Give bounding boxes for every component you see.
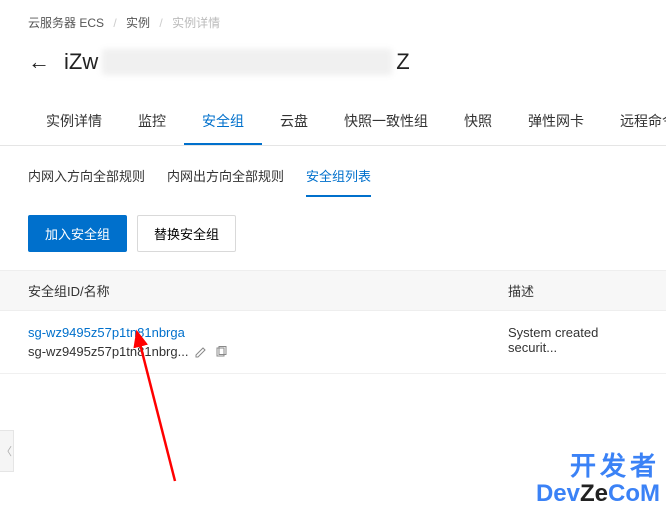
- security-group-name: sg-wz9495z57p1tn81nbrg...: [28, 344, 188, 359]
- table-row: sg-wz9495z57p1tn81nbrga sg-wz9495z57p1tn…: [0, 311, 666, 374]
- breadcrumb-current: 实例详情: [172, 16, 220, 30]
- security-group-link[interactable]: sg-wz9495z57p1tn81nbrga: [28, 325, 508, 340]
- title-row: ← iZw Z: [0, 41, 666, 89]
- title-prefix: iZw: [64, 49, 98, 75]
- collapse-handle-icon[interactable]: 〈: [0, 430, 14, 472]
- title-suffix: Z: [396, 49, 409, 75]
- breadcrumb: 云服务器 ECS / 实例 / 实例详情: [0, 0, 666, 41]
- breadcrumb-ecs[interactable]: 云服务器 ECS: [28, 16, 104, 30]
- header-desc: 描述: [508, 281, 638, 300]
- tab-cloud-disk[interactable]: 云盘: [262, 99, 326, 145]
- cell-id: sg-wz9495z57p1tn81nbrga sg-wz9495z57p1tn…: [28, 325, 508, 359]
- tab-snapshot[interactable]: 快照: [446, 99, 510, 145]
- subtab-sg-list[interactable]: 安全组列表: [306, 160, 371, 197]
- replace-security-group-button[interactable]: 替换安全组: [137, 215, 236, 252]
- main-tabs: 实例详情 监控 安全组 云盘 快照一致性组 快照 弹性网卡 远程命令/: [0, 99, 666, 146]
- subtab-inbound[interactable]: 内网入方向全部规则: [28, 160, 145, 197]
- tab-snapshot-consistency[interactable]: 快照一致性组: [326, 99, 446, 145]
- page-title: iZw Z: [64, 49, 410, 75]
- back-arrow-icon[interactable]: ←: [28, 49, 50, 75]
- table-header: 安全组ID/名称 描述: [0, 270, 666, 311]
- breadcrumb-instances[interactable]: 实例: [126, 16, 150, 30]
- sub-tabs: 内网入方向全部规则 内网出方向全部规则 安全组列表: [0, 146, 666, 197]
- edit-icon[interactable]: [194, 345, 208, 359]
- header-id: 安全组ID/名称: [28, 281, 508, 300]
- breadcrumb-sep: /: [113, 16, 116, 30]
- tab-instance-detail[interactable]: 实例详情: [28, 99, 120, 145]
- cell-desc: System created securit...: [508, 325, 638, 355]
- security-group-name-row: sg-wz9495z57p1tn81nbrg...: [28, 344, 508, 359]
- watermark-line2: DevZeCoM: [536, 481, 660, 507]
- subtab-outbound[interactable]: 内网出方向全部规则: [167, 160, 284, 197]
- add-security-group-button[interactable]: 加入安全组: [28, 215, 127, 252]
- copy-icon[interactable]: [214, 345, 228, 359]
- tab-monitoring[interactable]: 监控: [120, 99, 184, 145]
- breadcrumb-sep: /: [159, 16, 162, 30]
- button-row: 加入安全组 替换安全组: [0, 197, 666, 270]
- tab-security-group[interactable]: 安全组: [184, 99, 262, 145]
- tab-eni[interactable]: 弹性网卡: [510, 99, 602, 145]
- watermark: 开发者 DevZeCoM: [536, 452, 660, 507]
- tab-remote-command[interactable]: 远程命令/: [602, 99, 666, 145]
- watermark-line1: 开发者: [536, 452, 660, 481]
- title-redacted: [102, 49, 392, 75]
